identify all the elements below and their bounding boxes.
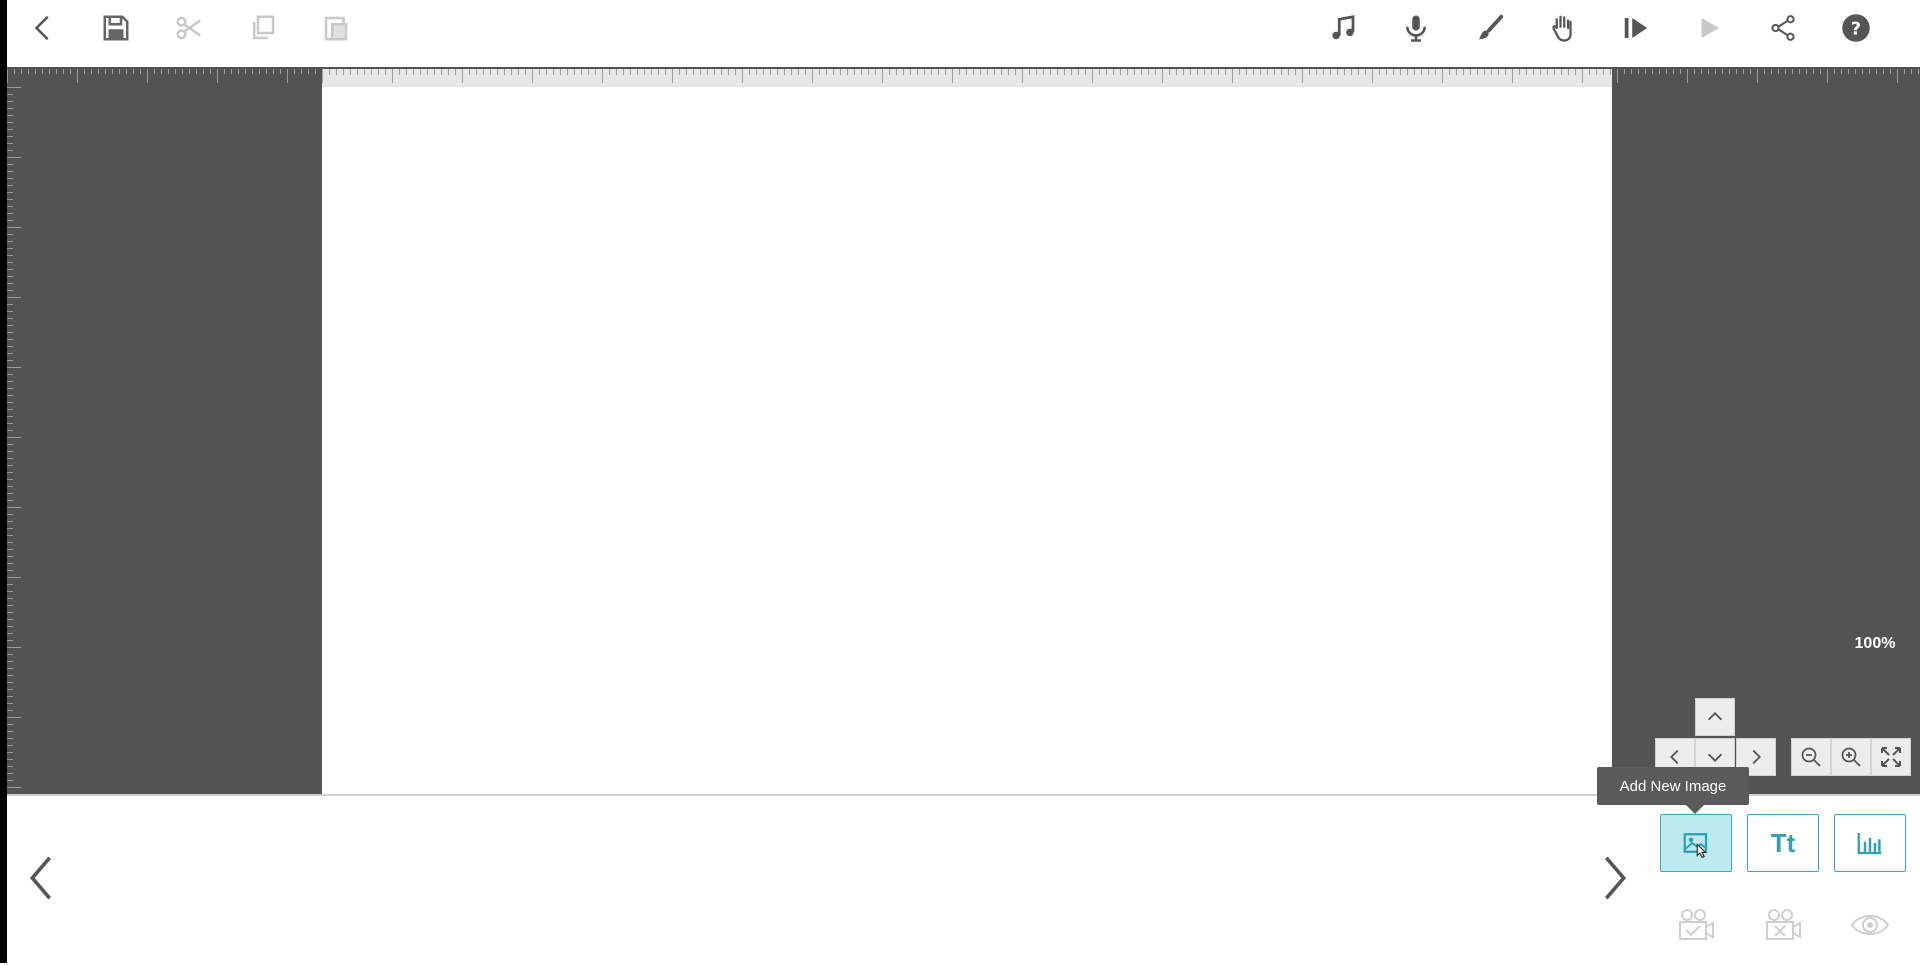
next-slide-button[interactable] (1593, 848, 1637, 908)
add-chart-button[interactable] (1834, 814, 1906, 872)
chevron-right-icon (1604, 856, 1627, 900)
play-icon[interactable] (1689, 8, 1729, 48)
hand-icon[interactable] (1543, 8, 1583, 48)
zoom-level: 100% (1854, 635, 1896, 652)
save-icon[interactable] (96, 8, 136, 48)
editor-workspace (7, 67, 1920, 794)
add-text-icon: Tt (1770, 827, 1796, 858)
slide-ruler (322, 69, 1612, 87)
chevron-right-icon (1752, 749, 1761, 765)
chevron-left-icon (29, 856, 52, 900)
add-image-button[interactable] (1660, 814, 1732, 872)
top-toolbar: ? (7, 0, 1920, 67)
add-text-button[interactable]: Tt (1747, 814, 1819, 872)
zoom-in-button[interactable] (1831, 738, 1871, 776)
chevron-down-icon (1707, 753, 1723, 762)
tooltip-arrow (1686, 805, 1704, 814)
fit-screen-icon (1881, 747, 1901, 767)
svg-text:?: ? (1851, 19, 1861, 39)
microphone-icon[interactable] (1396, 8, 1436, 48)
left-border (0, 0, 7, 963)
tooltip: Add New Image (1597, 767, 1749, 805)
help-icon[interactable]: ? (1836, 8, 1876, 48)
zoom-out-icon (1801, 747, 1821, 767)
eye-icon[interactable] (1847, 905, 1893, 945)
previous-slide-button[interactable] (19, 848, 63, 908)
chevron-left-icon (1670, 749, 1679, 765)
camera-delete-icon[interactable] (1760, 905, 1806, 945)
zoom-in-icon (1841, 747, 1861, 767)
camera-check-icon[interactable] (1673, 905, 1719, 945)
play-from-start-icon[interactable] (1616, 8, 1656, 48)
fit-screen-button[interactable] (1871, 738, 1911, 776)
add-image-icon (1683, 833, 1708, 858)
scissors-icon[interactable] (169, 8, 209, 48)
chevron-up-icon (1707, 712, 1723, 721)
pan-up-button[interactable] (1695, 698, 1735, 736)
back-arrow-icon[interactable] (24, 8, 64, 48)
music-note-icon[interactable] (1323, 8, 1363, 48)
paintbrush-icon[interactable] (1470, 8, 1510, 48)
zoom-out-button[interactable] (1791, 738, 1831, 776)
paste-icon[interactable] (316, 8, 356, 48)
vertical-ruler (7, 87, 21, 788)
slide-canvas[interactable] (322, 87, 1612, 794)
add-chart-icon (1857, 833, 1882, 855)
copy-icon[interactable] (243, 8, 283, 48)
share-icon[interactable] (1763, 8, 1803, 48)
